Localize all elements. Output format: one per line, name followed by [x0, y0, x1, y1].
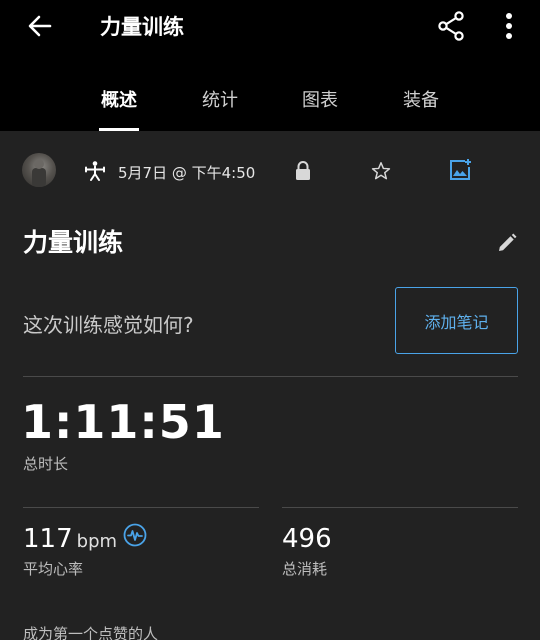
edit-pencil-icon[interactable] [496, 232, 518, 254]
total-duration-value: 1:11:51 [21, 395, 225, 449]
divider [282, 507, 518, 508]
activity-meta-row: 5月7日 @ 下午4:50 [0, 150, 540, 194]
strength-training-icon [85, 161, 105, 181]
back-button[interactable] [24, 10, 56, 42]
lock-icon[interactable] [293, 160, 313, 182]
avg-heart-rate-value: 117 [23, 524, 73, 554]
total-duration-label: 总时长 [23, 455, 69, 473]
avg-heart-rate-label: 平均心率 [23, 560, 84, 578]
heart-rate-unit: bpm [76, 531, 118, 552]
total-calories-value: 496 [282, 524, 332, 554]
tab-gear[interactable]: 装备 [401, 86, 441, 131]
tab-label: 统计 [202, 90, 238, 111]
share-icon [438, 11, 464, 41]
divider [23, 376, 518, 377]
share-button[interactable] [436, 10, 466, 42]
add-note-button[interactable]: 添加笔记 [395, 287, 518, 354]
avatar[interactable] [22, 153, 56, 187]
avatar-image [32, 159, 46, 187]
tab-overview[interactable]: 概述 [99, 86, 139, 131]
divider [23, 507, 259, 508]
tab-bar: 概述 统计 图表 装备 [0, 80, 540, 131]
total-calories-label: 总消耗 [282, 560, 328, 578]
more-options-button[interactable] [498, 10, 520, 42]
activity-datetime: 5月7日 @ 下午4:50 [118, 164, 256, 182]
tab-stats[interactable]: 统计 [200, 86, 240, 131]
like-prompt[interactable]: 成为第一个点赞的人 [23, 623, 158, 640]
active-tab-indicator [99, 128, 139, 131]
tab-label: 装备 [403, 90, 439, 111]
tab-label: 概述 [101, 90, 137, 111]
activity-name: 力量训练 [23, 228, 124, 257]
add-photo-icon[interactable] [448, 158, 472, 182]
star-outline-icon[interactable] [370, 159, 392, 183]
page-title: 力量训练 [100, 15, 184, 39]
tab-charts[interactable]: 图表 [300, 86, 340, 131]
feel-prompt: 这次训练感觉如何? [23, 313, 194, 337]
avg-heart-rate: 117 bpm [23, 524, 117, 554]
more-vertical-icon [506, 13, 512, 39]
app-bar: 力量训练 概述 统计 图表 装备 [0, 0, 540, 131]
tab-label: 图表 [302, 90, 338, 111]
arrow-left-icon [28, 15, 52, 37]
heart-rate-zone-icon[interactable] [123, 523, 147, 547]
